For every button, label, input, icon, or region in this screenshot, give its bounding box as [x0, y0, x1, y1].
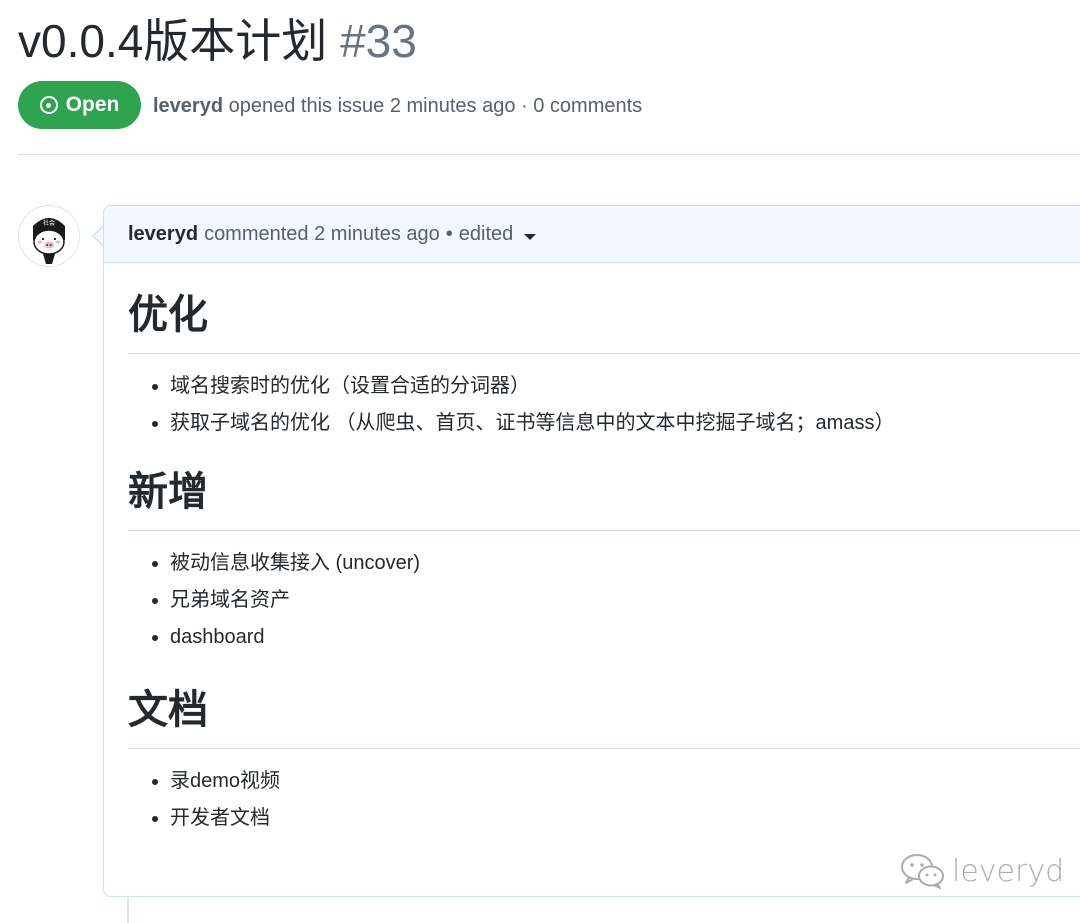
- wechat-icon: [901, 854, 944, 889]
- avatar[interactable]: 社会: [18, 205, 80, 267]
- timeline-line: [127, 895, 129, 923]
- issue-title: v0.0.4版本计划 #33: [18, 10, 417, 72]
- comment-separator: •: [445, 222, 453, 245]
- issue-meta-text: opened this issue 2 minutes ago · 0 comm…: [228, 95, 643, 117]
- list-item: 获取子域名的优化 （从爬虫、首页、证书等信息中的文本中挖掘子域名；amass）: [152, 405, 1080, 442]
- list-item: 开发者文档: [152, 800, 1080, 837]
- watermark: leveryd: [900, 852, 1064, 890]
- comment-box: leveryd commented 2 minutes ago • edited…: [103, 205, 1080, 897]
- section-list: 录demo视频 开发者文档: [128, 763, 1080, 837]
- issue-state-label: Open: [65, 93, 120, 116]
- caret-down-icon: [524, 233, 537, 240]
- edited-label: edited: [458, 222, 514, 245]
- list-item: dashboard: [152, 619, 1080, 656]
- list-item: 录demo视频: [152, 763, 1080, 800]
- issue-state-badge: Open: [18, 81, 141, 129]
- avatar-hat-text: 社会: [43, 219, 55, 227]
- comment-body: 优化 域名搜索时的优化（设置合适的分词器） 获取子域名的优化 （从爬虫、首页、证…: [104, 263, 1080, 837]
- comment-author-link[interactable]: leveryd: [128, 223, 198, 246]
- header-divider: [18, 154, 1080, 155]
- list-item: 被动信息收集接入 (uncover): [152, 545, 1080, 582]
- section-list: 域名搜索时的优化（设置合适的分词器） 获取子域名的优化 （从爬虫、首页、证书等信…: [128, 368, 1080, 442]
- issue-number: #33: [340, 15, 417, 67]
- issue-opened-icon: [39, 96, 58, 114]
- issue-meta: leveryd opened this issue 2 minutes ago …: [153, 92, 642, 120]
- issue-title-text: v0.0.4版本计划: [18, 15, 328, 67]
- section-heading: 文档: [128, 656, 1080, 749]
- list-item: 域名搜索时的优化（设置合适的分词器）: [152, 368, 1080, 405]
- issue-author-link[interactable]: leveryd: [153, 95, 223, 117]
- edited-dropdown[interactable]: edited: [459, 223, 537, 246]
- comment-header: leveryd commented 2 minutes ago • edited: [104, 206, 1080, 263]
- section-heading: 新增: [128, 442, 1080, 531]
- comment-action: commented 2 minutes ago: [204, 222, 440, 245]
- section-list: 被动信息收集接入 (uncover) 兄弟域名资产 dashboard: [128, 545, 1080, 656]
- section-heading: 优化: [128, 263, 1080, 354]
- avatar-image: 社会: [19, 206, 79, 266]
- watermark-text: leveryd: [952, 853, 1065, 889]
- issue-page: v0.0.4版本计划 #33 Open leveryd opened this …: [0, 0, 1080, 923]
- list-item: 兄弟域名资产: [152, 582, 1080, 619]
